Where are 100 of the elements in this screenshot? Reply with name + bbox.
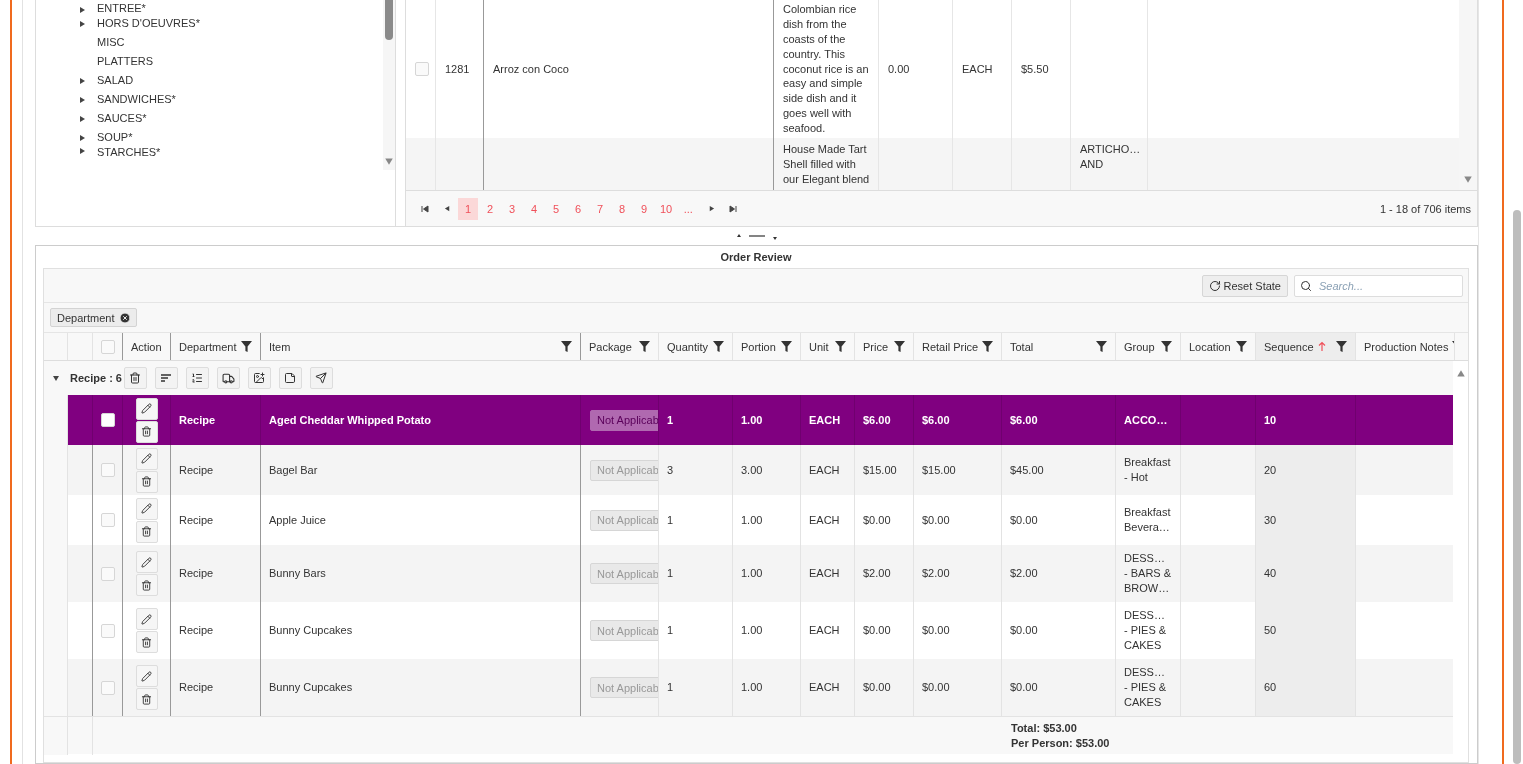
edit-button[interactable] (135, 665, 158, 687)
delete-button[interactable] (135, 574, 158, 596)
chip-label: Department (57, 311, 115, 324)
row-checkbox[interactable] (100, 566, 115, 581)
scrollbar-thumb[interactable] (385, 0, 393, 40)
delete-button[interactable] (135, 420, 158, 443)
trash-icon (141, 526, 152, 537)
tree-item[interactable]: SOUP* (97, 132, 133, 143)
delete-button[interactable] (135, 631, 158, 653)
edit-button[interactable] (135, 608, 158, 630)
filter-icon[interactable] (561, 341, 572, 352)
table-cell: 1.00 (741, 623, 763, 638)
package-tag: Not Applicab (590, 509, 658, 531)
delete-button[interactable] (135, 470, 158, 493)
filter-icon[interactable] (241, 341, 252, 352)
image-button[interactable] (247, 367, 271, 389)
filter-icon[interactable] (781, 341, 792, 352)
table-cell: 3 (667, 462, 674, 478)
filter-icon[interactable] (639, 341, 650, 352)
table-cell: 60 (1264, 680, 1277, 695)
column-header[interactable]: Portion (733, 333, 801, 360)
package-tag: Not Applicab (590, 409, 658, 431)
delivery-button[interactable] (216, 367, 240, 389)
filter-icon[interactable] (1236, 341, 1247, 352)
search-field[interactable]: Search... (1294, 274, 1463, 297)
column-header[interactable]: Production Notes (1356, 333, 1455, 360)
table-cell: $0.00 (1010, 623, 1038, 638)
list-button[interactable] (185, 367, 209, 389)
tree-item[interactable]: MISC (97, 37, 125, 48)
collapse-arrow-icon (52, 374, 60, 382)
row-checkbox[interactable] (100, 623, 115, 638)
column-header[interactable]: Price (855, 333, 914, 360)
table-cell: Breakfast - Hot (1124, 455, 1171, 485)
tree-item[interactable]: SAUCES* (97, 113, 147, 124)
note-button[interactable] (278, 367, 302, 389)
row-checkbox[interactable] (100, 413, 115, 427)
table-row[interactable]: Recipe Bunny Cupcakes Not Applicab 1 1.00 EACH $0.00 $0.00 $0.00 DESS… - PIES & CAKES 60 (44, 659, 1453, 716)
table-cell: Breakfast Bevera… (1124, 505, 1171, 535)
table-cell: $0.00 (863, 623, 891, 638)
delete-button[interactable] (123, 367, 147, 389)
edit-button[interactable] (135, 397, 158, 420)
filter-icon[interactable] (713, 341, 724, 352)
table-cell: EACH (809, 512, 840, 528)
tree-item[interactable]: HORS D'OEUVRES* (97, 18, 200, 29)
column-header[interactable]: Item (261, 333, 581, 360)
column-header[interactable]: Group (1116, 333, 1181, 360)
tree-item[interactable]: SANDWICHES* (97, 94, 176, 105)
remove-icon[interactable] (119, 311, 132, 324)
reset-state-button[interactable]: Reset State (1201, 274, 1288, 297)
numbered-list-icon (191, 372, 204, 384)
pager-summary: 1 - 18 of 706 items (1379, 202, 1471, 215)
edit-button[interactable] (135, 497, 158, 520)
column-header[interactable]: Total (1002, 333, 1116, 360)
column-header[interactable]: Sequence (1256, 333, 1356, 360)
search-icon (1300, 279, 1312, 292)
filter-icon[interactable] (1336, 341, 1347, 352)
table-row[interactable]: Recipe Bagel Bar Not Applicab 3 3.00 EACH $15.00 $15.00 $45.00 Breakfast - Hot 20 (44, 445, 1453, 495)
table-row[interactable]: Recipe Aged Cheddar Whipped Potato Not Applicab 1 1.00 EACH $6.00 $6.00 $6.00 ACCO… 10 (44, 395, 1453, 445)
row-checkbox[interactable] (415, 62, 429, 76)
tree-item[interactable]: SALAD (97, 75, 134, 86)
delete-button[interactable] (135, 688, 158, 710)
group-chip[interactable]: Department (50, 308, 138, 327)
scroll-down-icon (1463, 174, 1473, 184)
delete-button[interactable] (135, 520, 158, 543)
edit-button[interactable] (135, 551, 158, 573)
filter-icon[interactable] (835, 341, 846, 352)
table-cell: $2.00 (863, 566, 891, 581)
table-cell: ACCO… (1124, 412, 1168, 428)
table-cell: Recipe (179, 462, 214, 478)
edit-button[interactable] (135, 447, 158, 470)
table-cell: 0.00 (888, 61, 910, 77)
column-header[interactable]: Unit (801, 333, 855, 360)
column-header[interactable]: Department (171, 333, 261, 360)
table-row[interactable]: Recipe Bunny Bars Not Applicab 1 1.00 EACH $2.00 $2.00 $2.00 DESS… - BARS & BROW… 40 (44, 545, 1453, 602)
tree-item[interactable]: ENTREE* (97, 3, 146, 14)
table-cell: Bunny Bars (269, 566, 326, 581)
next-icon (707, 205, 715, 212)
table-cell: $0.00 (922, 512, 950, 528)
filter-icon[interactable] (894, 341, 905, 352)
column-header[interactable]: Package (581, 333, 659, 360)
filter-icon[interactable] (982, 341, 994, 352)
trash-icon (141, 636, 152, 648)
filter-icon[interactable] (1161, 341, 1172, 352)
note-icon (284, 372, 297, 384)
column-header[interactable]: Retail Price (914, 333, 1002, 360)
filter-icon[interactable] (1096, 341, 1107, 352)
row-checkbox[interactable] (100, 463, 115, 477)
tree-item[interactable]: PLATTERS (97, 56, 154, 67)
table-cell: $0.00 (1010, 680, 1038, 695)
package-tag: Not Applicab (590, 620, 658, 641)
select-all-checkbox[interactable] (100, 339, 115, 354)
row-checkbox[interactable] (100, 680, 115, 695)
table-cell: Apple Juice (269, 512, 326, 528)
row-checkbox[interactable] (100, 513, 115, 527)
tree-item[interactable]: STARCHES* (97, 147, 161, 158)
sort-button[interactable] (154, 367, 178, 389)
column-header[interactable]: Action (123, 333, 171, 360)
send-button[interactable] (309, 367, 333, 389)
page-scrollbar-thumb[interactable] (1513, 210, 1521, 764)
column-header[interactable]: Quantity (659, 333, 733, 360)
